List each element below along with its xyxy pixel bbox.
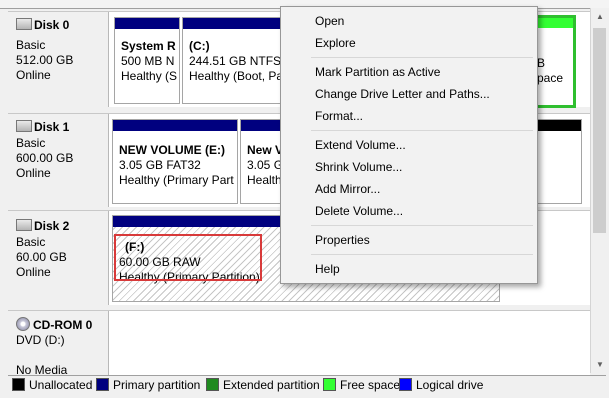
partition-disk0-right[interactable]: B pace [534, 15, 576, 108]
partition-bar [537, 120, 581, 131]
partition-size: 3.05 G [247, 158, 284, 172]
partition-size: B [537, 56, 546, 70]
disk-type: Basic [16, 38, 46, 52]
menu-item-delete[interactable]: Delete Volume... [315, 204, 403, 218]
disk-status: Online [16, 265, 51, 279]
disk-icon [16, 120, 32, 132]
menu-separator [311, 225, 533, 226]
disk-status: Online [16, 166, 51, 180]
legend-label: Primary partition [113, 378, 201, 392]
menu-item-mark-active[interactable]: Mark Partition as Active [315, 65, 440, 79]
scroll-up-icon[interactable]: ▲ [591, 8, 609, 25]
disk-name: Disk 0 [34, 18, 70, 32]
menu-item-explore[interactable]: Explore [315, 36, 356, 50]
disk-icon [16, 18, 32, 30]
context-menu: Open Explore Mark Partition as Active Ch… [280, 6, 538, 284]
menu-item-extend[interactable]: Extend Volume... [315, 138, 406, 152]
menu-separator [311, 254, 533, 255]
legend-swatch [399, 378, 412, 391]
partition-system-reserved[interactable]: System R 500 MB N Healthy (S [114, 17, 180, 104]
disk-size: 60.00 GB [16, 250, 67, 264]
partition-title: New V [247, 143, 284, 157]
disk-management-view: Disk 0 Basic 512.00 GB Online System R 5… [0, 0, 609, 398]
legend-swatch [206, 378, 219, 391]
disk-type: Basic [16, 136, 46, 150]
partition-health: pace [537, 71, 564, 85]
disk-label-1[interactable]: Disk 1 Basic 600.00 GB Online [8, 114, 109, 207]
legend-swatch [96, 378, 109, 391]
legend-swatch [12, 378, 25, 391]
disk-icon [16, 219, 32, 231]
disk-label-cdrom[interactable]: CD-ROM 0 DVD (D:) No Media [8, 311, 109, 377]
scroll-down-icon[interactable]: ▼ [591, 356, 609, 373]
menu-item-shrink[interactable]: Shrink Volume... [315, 160, 402, 174]
legend-label: Extended partition [223, 378, 320, 392]
disk-type: Basic [16, 235, 46, 249]
legend-label: Logical drive [416, 378, 484, 392]
disk-label-0[interactable]: Disk 0 Basic 512.00 GB Online [8, 12, 109, 107]
partition-title: NEW VOLUME (E:) [119, 143, 225, 157]
menu-item-change-letter[interactable]: Change Drive Letter and Paths... [315, 87, 490, 101]
menu-separator [311, 57, 533, 58]
disk-label-2[interactable]: Disk 2 Basic 60.00 GB Online [8, 211, 109, 305]
legend-item: Free space [323, 378, 400, 392]
legend: Unallocated Primary partition Extended p… [8, 375, 606, 394]
disk-row-cdrom[interactable]: CD-ROM 0 DVD (D:) No Media [8, 310, 590, 377]
legend-label: Free space [340, 378, 401, 392]
cd-icon [16, 317, 30, 331]
partition-size: 244.51 GB NTFS [189, 54, 282, 68]
disk-size: 600.00 GB [16, 151, 74, 165]
menu-item-help[interactable]: Help [315, 262, 340, 276]
menu-item-properties[interactable]: Properties [315, 233, 370, 247]
partition-bar [183, 18, 291, 29]
legend-item: Logical drive [399, 378, 483, 392]
disk-name: Disk 1 [34, 120, 70, 134]
disk-type: DVD (D:) [16, 333, 65, 347]
partition-bar [241, 120, 285, 131]
menu-item-open[interactable]: Open [315, 14, 344, 28]
partition-health: Healthy (Boot, Pa [189, 69, 284, 83]
scroll-thumb[interactable] [593, 28, 606, 233]
partition-bar [537, 18, 573, 28]
partition-unallocated-1[interactable] [536, 119, 582, 204]
partition-bar [115, 18, 179, 29]
legend-item: Primary partition [96, 378, 200, 392]
legend-item: Extended partition [206, 378, 320, 392]
partition-health: Health [247, 173, 282, 187]
partition-health: Healthy (S [121, 69, 178, 83]
disk-size: 512.00 GB [16, 53, 74, 67]
partition-bar [113, 120, 237, 131]
partition-title: System R [121, 39, 176, 53]
disk-name: CD-ROM 0 [33, 318, 93, 332]
partition-c[interactable]: (C:) 244.51 GB NTFS Healthy (Boot, Pa [182, 17, 292, 104]
menu-item-format[interactable]: Format... [315, 109, 363, 123]
partition-title: (C:) [189, 39, 210, 53]
disk-status: Online [16, 68, 51, 82]
menu-separator [311, 130, 533, 131]
disk-name: Disk 2 [34, 219, 70, 233]
legend-item: Unallocated [12, 378, 92, 392]
legend-label: Unallocated [29, 378, 93, 392]
partition-e[interactable]: NEW VOLUME (E:) 3.05 GB FAT32 Healthy (P… [112, 119, 238, 204]
menu-item-add-mirror[interactable]: Add Mirror... [315, 182, 380, 196]
partition-health: Healthy (Primary Part [119, 173, 234, 187]
selection-highlight [114, 234, 262, 281]
partition-size: 500 MB N [121, 54, 175, 68]
vertical-scrollbar[interactable]: ▲ ▼ [590, 8, 609, 373]
partition-size: 3.05 GB FAT32 [119, 158, 201, 172]
legend-swatch [323, 378, 336, 391]
